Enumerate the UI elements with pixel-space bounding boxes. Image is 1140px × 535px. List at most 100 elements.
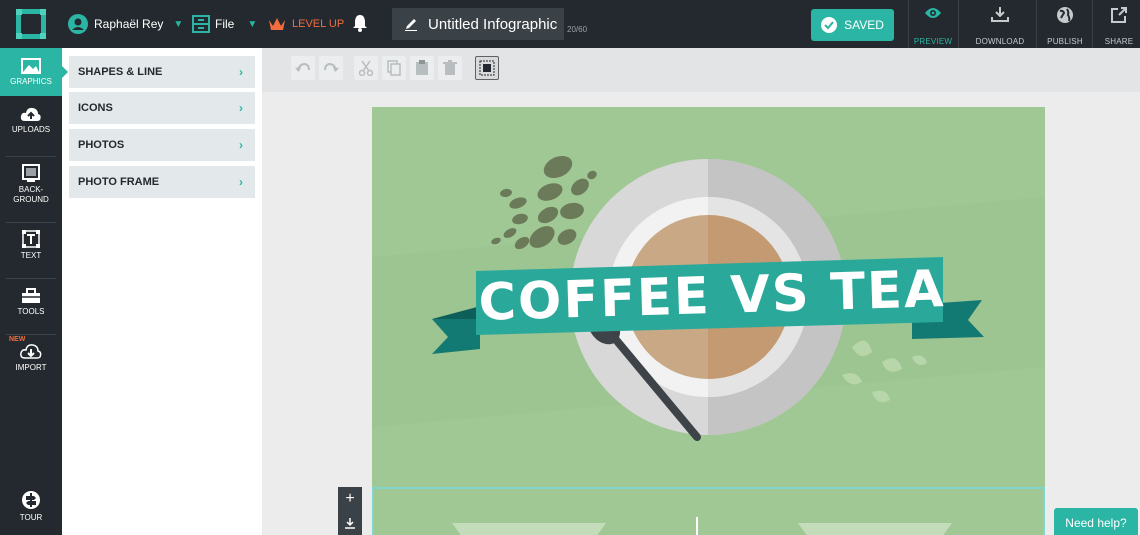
page-2-preview	[452, 517, 952, 535]
need-help-label: Need help?	[1065, 516, 1127, 530]
undo-icon	[295, 62, 310, 72]
zoom-controls: +	[338, 487, 362, 535]
copy-icon	[387, 60, 401, 76]
document-title-field[interactable]: Untitled Infographic	[392, 8, 564, 40]
panel-item-label: PHOTOS	[78, 139, 125, 151]
cut-button[interactable]	[354, 56, 378, 80]
divider	[6, 156, 56, 157]
document-title: Untitled Infographic	[428, 15, 558, 33]
signpost-icon	[22, 491, 40, 509]
saved-button[interactable]: SAVED	[811, 9, 894, 41]
preview-label: PREVIEW	[913, 37, 953, 46]
preview-button[interactable]: PREVIEW	[912, 6, 954, 46]
nav-uploads[interactable]: UPLOADS	[0, 106, 62, 150]
download-icon	[991, 7, 1009, 22]
panel-item-label: PHOTO FRAME	[78, 176, 160, 188]
panel-item-photos[interactable]: PHOTOS ›	[69, 129, 255, 161]
grid-frame-icon	[479, 60, 495, 76]
divider	[6, 278, 56, 279]
panel-item-icons[interactable]: ICONS ›	[69, 92, 255, 124]
panel-item-label: SHAPES & LINE	[78, 66, 163, 78]
crown-icon	[269, 18, 285, 30]
infographic-page-2[interactable]	[372, 487, 1045, 535]
infographic-page[interactable]: COFFEE VS TEA	[372, 107, 1045, 487]
nav-tour[interactable]: TOUR	[0, 490, 62, 534]
logo-icon	[16, 9, 46, 39]
user-avatar-icon	[68, 14, 88, 34]
chevron-right-icon: ›	[239, 175, 243, 189]
delete-button[interactable]	[438, 56, 462, 80]
grid-toggle-button[interactable]	[475, 56, 499, 80]
arrow-down-icon	[345, 518, 355, 529]
nav-uploads-label: UPLOADS	[11, 125, 51, 134]
redo-icon	[324, 62, 339, 72]
file-label: File	[215, 17, 235, 31]
cloud-upload-icon	[20, 107, 41, 121]
graphics-panel: SHAPES & LINE › ICONS › PHOTOS › PHOTO F…	[62, 48, 262, 535]
share-icon	[1111, 7, 1127, 23]
new-badge: NEW	[9, 336, 26, 343]
divider	[1036, 0, 1037, 48]
nav-background[interactable]: BACK- GROUND	[0, 164, 62, 218]
paste-icon	[416, 60, 428, 75]
chevron-right-icon: ›	[239, 101, 243, 115]
undo-button[interactable]	[291, 56, 315, 80]
chevron-down-icon: ▼	[173, 18, 184, 30]
divider	[6, 334, 56, 335]
toolbox-icon	[22, 288, 40, 303]
panel-pointer	[62, 66, 68, 78]
pencil-icon	[405, 19, 417, 31]
saved-label: SAVED	[844, 18, 884, 32]
divider	[958, 0, 959, 48]
chevron-down-icon: ▼	[247, 18, 258, 30]
app-logo[interactable]	[0, 0, 62, 48]
divider	[908, 0, 909, 48]
cloud-download-icon	[20, 344, 42, 359]
panel-item-photo-frame[interactable]: PHOTO FRAME ›	[69, 166, 255, 198]
bell-icon[interactable]	[352, 14, 368, 32]
panel-item-shapes-line[interactable]: SHAPES & LINE ›	[69, 56, 255, 88]
level-up-label: LEVEL UP	[292, 18, 345, 30]
nav-graphics-label: GRAPHICS	[10, 77, 52, 86]
top-bar: Raphaël Rey ▼ File ▼ LEVEL UP Untitled I…	[0, 0, 1140, 48]
nav-graphics[interactable]: GRAPHICS	[0, 48, 62, 96]
divider	[6, 222, 56, 223]
banner-text: COFFEE VS TEA	[477, 259, 947, 333]
nav-import-label: IMPORT	[15, 363, 47, 372]
scissors-icon	[359, 60, 373, 76]
download-button[interactable]: DOWNLOAD	[968, 6, 1032, 46]
chevron-right-icon: ›	[239, 138, 243, 152]
background-icon	[22, 164, 40, 182]
nav-text[interactable]: TEXT	[0, 230, 62, 274]
copy-button[interactable]	[382, 56, 406, 80]
redo-button[interactable]	[319, 56, 343, 80]
image-icon	[21, 58, 41, 74]
user-menu[interactable]: Raphaël Rey ▼	[68, 13, 183, 35]
zoom-in-button[interactable]: +	[338, 487, 362, 511]
chevron-right-icon: ›	[239, 65, 243, 79]
panel-item-label: ICONS	[78, 102, 113, 114]
publish-label: PUBLISH	[1047, 37, 1083, 46]
nav-tools-label: TOOLS	[17, 307, 45, 316]
left-nav: GRAPHICS UPLOADS BACK- GROUND TEXT TOOLS…	[0, 48, 62, 535]
level-up-button[interactable]: LEVEL UP	[268, 14, 344, 34]
text-icon	[22, 230, 40, 248]
nav-background-label-1: BACK-	[18, 185, 44, 194]
download-label: DOWNLOAD	[975, 37, 1025, 46]
editor-toolbar	[262, 48, 1140, 92]
nav-import[interactable]: IMPORT	[0, 344, 62, 384]
globe-icon	[1057, 7, 1073, 23]
nav-tools[interactable]: TOOLS	[0, 288, 62, 332]
paste-button[interactable]	[410, 56, 434, 80]
download-page-button[interactable]	[338, 511, 362, 535]
file-menu[interactable]: File ▼	[192, 13, 257, 35]
nav-text-label: TEXT	[20, 251, 42, 260]
need-help-button[interactable]: Need help?	[1054, 508, 1138, 535]
share-label: SHARE	[1104, 37, 1134, 46]
share-button[interactable]: SHARE	[1100, 6, 1138, 46]
publish-button[interactable]: PUBLISH	[1042, 6, 1088, 46]
title-char-count: 20/60	[567, 25, 588, 34]
nav-background-label-2: GROUND	[13, 195, 49, 204]
check-circle-icon	[821, 17, 838, 33]
nav-tour-label: TOUR	[19, 513, 43, 522]
